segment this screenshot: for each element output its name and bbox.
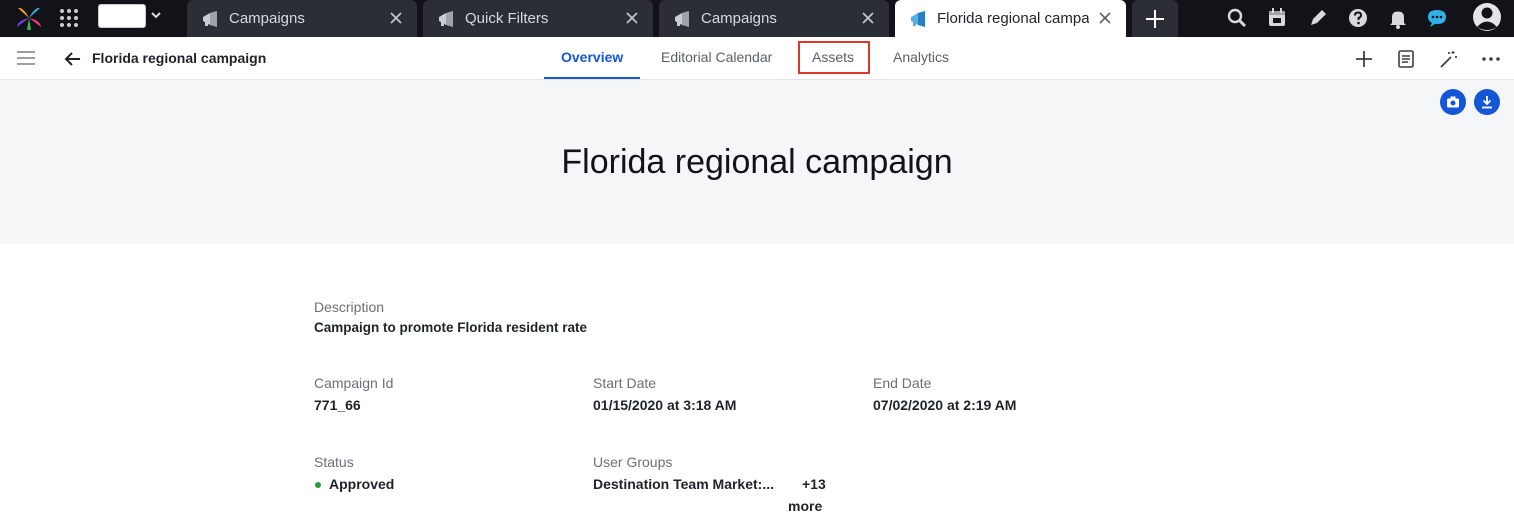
tab-label: Campaigns <box>229 10 305 27</box>
chevron-down-icon[interactable] <box>150 9 162 21</box>
more-options-icon[interactable] <box>1481 49 1501 69</box>
record-title: Florida regional campaign <box>92 50 267 66</box>
plus-icon <box>1146 10 1164 28</box>
tab-label: Florida regional campai <box>937 10 1089 27</box>
close-icon[interactable] <box>389 11 403 25</box>
tab-overview[interactable]: Overview <box>561 49 623 65</box>
megaphone-icon <box>203 11 217 27</box>
workspace-select[interactable] <box>98 4 146 28</box>
tab-label: Quick Filters <box>465 10 549 27</box>
top-bar: Campaigns Quick Filters Campaigns Florid… <box>0 0 1514 37</box>
campaign-id-label: Campaign Id <box>314 375 394 391</box>
tab-florida-regional-campaign[interactable]: Florida regional campai <box>895 0 1126 37</box>
start-date-value: 01/15/2020 at 3:18 AM <box>593 397 737 413</box>
details-panel-icon[interactable] <box>1396 49 1416 69</box>
megaphone-icon <box>911 11 925 27</box>
calendar-icon[interactable] <box>1266 7 1288 29</box>
status-label: Status <box>314 454 354 470</box>
magic-wand-icon[interactable] <box>1438 49 1458 69</box>
megaphone-icon <box>675 11 689 27</box>
avatar-icon[interactable] <box>1472 2 1502 32</box>
end-date-label: End Date <box>873 375 932 391</box>
tab-campaigns-2[interactable]: Campaigns <box>659 0 889 37</box>
tab-label: Campaigns <box>701 10 777 27</box>
close-icon[interactable] <box>625 11 639 25</box>
user-groups-value: Destination Team Market:... <box>593 476 775 492</box>
new-tab-button[interactable] <box>1132 0 1178 37</box>
bell-icon[interactable] <box>1387 7 1409 29</box>
tab-quick-filters[interactable]: Quick Filters <box>423 0 653 37</box>
tab-editorial-calendar[interactable]: Editorial Calendar <box>661 49 772 65</box>
status-value: Approved <box>329 476 395 492</box>
close-icon[interactable] <box>861 11 875 25</box>
search-icon[interactable] <box>1226 7 1248 29</box>
tab-analytics[interactable]: Analytics <box>893 49 949 65</box>
start-date-label: Start Date <box>593 375 657 391</box>
plus-icon[interactable] <box>1354 49 1374 69</box>
arrow-left-icon[interactable] <box>64 51 82 67</box>
app-logo-icon[interactable] <box>14 5 44 31</box>
apps-grid-icon[interactable] <box>58 7 80 29</box>
camera-icon <box>1447 96 1459 108</box>
campaign-id-value: 771_66 <box>314 397 361 413</box>
download-icon <box>1482 96 1492 109</box>
user-groups-more-count[interactable]: +13 <box>802 476 826 492</box>
user-groups-more-link[interactable]: more <box>788 498 822 514</box>
page-title: Florida regional campaign <box>561 143 953 181</box>
close-icon[interactable] <box>1098 11 1112 25</box>
download-button[interactable] <box>1474 89 1500 115</box>
hamburger-menu-icon[interactable] <box>16 50 36 66</box>
megaphone-icon <box>439 11 453 27</box>
record-header: Florida regional campaign Overview Edito… <box>0 37 1514 80</box>
status-indicator-dot <box>315 482 321 488</box>
assets-tab-highlight <box>798 41 870 74</box>
help-icon[interactable] <box>1347 7 1369 29</box>
pencil-icon[interactable] <box>1307 7 1329 29</box>
end-date-value: 07/02/2020 at 2:19 AM <box>873 397 1017 413</box>
tab-campaigns-1[interactable]: Campaigns <box>187 0 417 37</box>
user-groups-label: User Groups <box>593 454 673 470</box>
description-label: Description <box>314 299 385 315</box>
screenshot-button[interactable] <box>1440 89 1466 115</box>
active-tab-indicator <box>544 77 640 79</box>
chat-icon[interactable] <box>1426 7 1448 29</box>
description-value: Campaign to promote Florida resident rat… <box>314 320 588 335</box>
